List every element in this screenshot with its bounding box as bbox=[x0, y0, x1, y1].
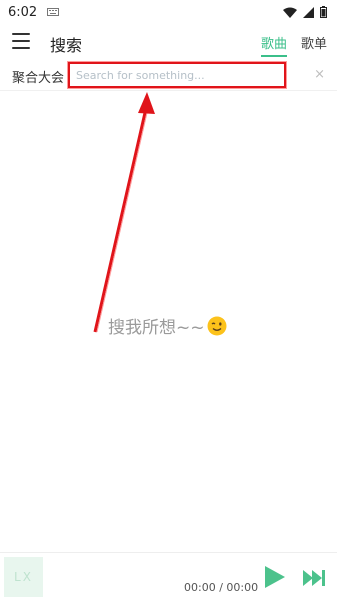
keyboard-icon bbox=[47, 8, 60, 16]
search-type-tabs: 歌曲 歌单 bbox=[260, 33, 327, 57]
empty-state: 搜我所想~~ bbox=[108, 313, 227, 338]
empty-state-text: 搜我所想~~ bbox=[108, 318, 205, 338]
search-input[interactable] bbox=[70, 64, 284, 87]
search-box-highlight bbox=[68, 62, 286, 88]
source-selector[interactable]: 聚合大会 bbox=[12, 67, 64, 86]
menu-icon[interactable] bbox=[12, 33, 30, 49]
playback-time: 00:00 / 00:00 bbox=[184, 581, 259, 594]
player-bar: LX 00:00 / 00:00 bbox=[0, 552, 337, 601]
tab-playlists[interactable]: 歌单 bbox=[301, 33, 327, 57]
page-title: 搜索 bbox=[50, 36, 83, 55]
top-app-bar: 搜索 歌曲 歌单 bbox=[0, 24, 337, 60]
wifi-icon bbox=[283, 7, 297, 18]
status-bar: 6:02 bbox=[0, 0, 337, 24]
status-time: 6:02 bbox=[8, 4, 38, 20]
play-icon[interactable] bbox=[262, 565, 286, 589]
battery-icon bbox=[320, 6, 327, 18]
clear-icon[interactable]: × bbox=[314, 67, 325, 82]
tab-songs[interactable]: 歌曲 bbox=[260, 33, 287, 57]
skip-next-icon[interactable] bbox=[302, 568, 326, 588]
signal-icon bbox=[303, 6, 314, 18]
album-art[interactable]: LX bbox=[4, 557, 43, 597]
search-bar: 聚合大会 × bbox=[0, 60, 337, 91]
winking-face-icon bbox=[207, 316, 227, 336]
